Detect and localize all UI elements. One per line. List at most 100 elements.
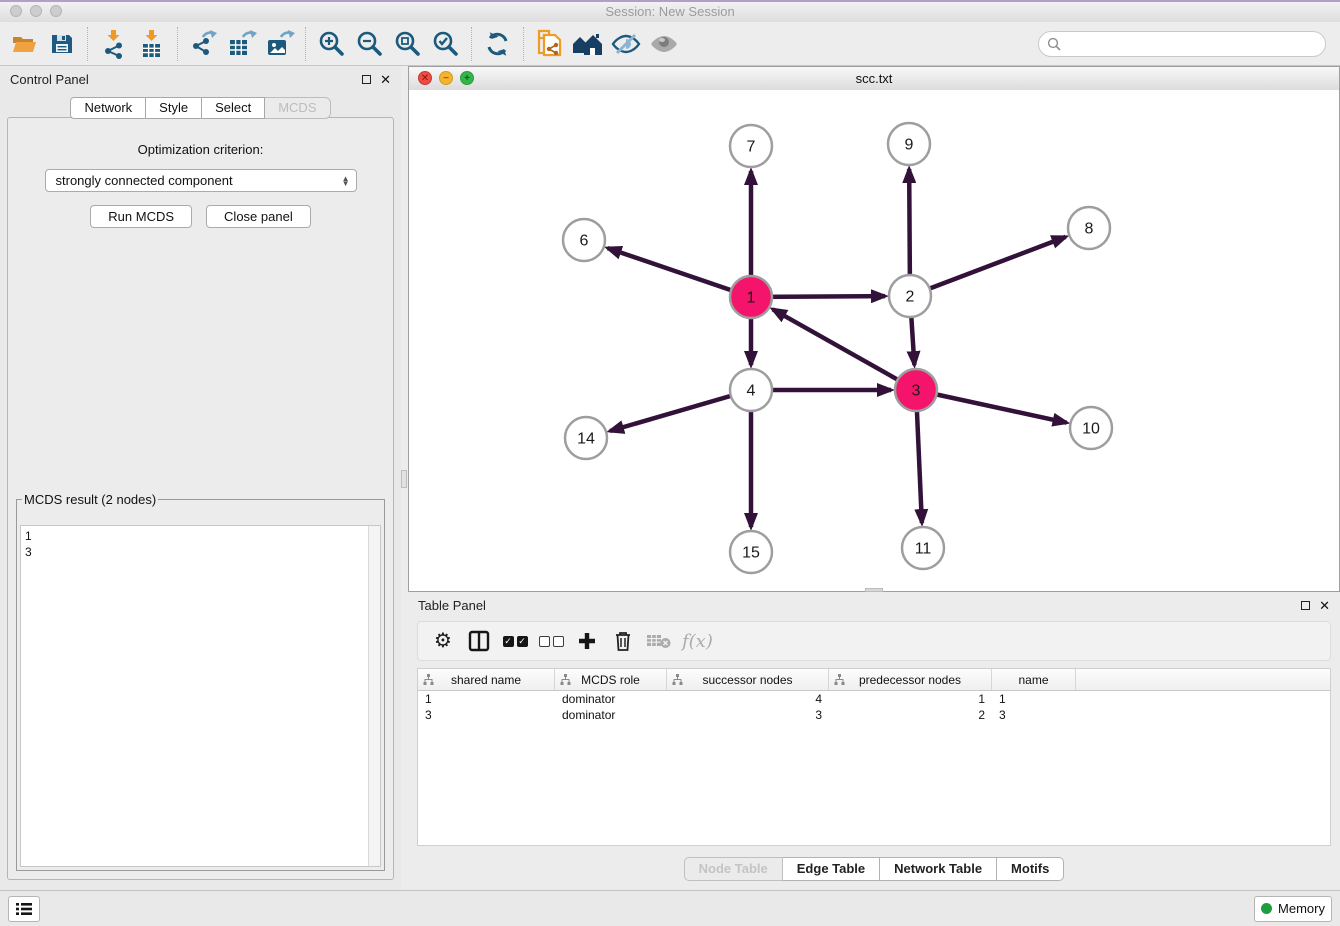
table-cell[interactable]: dominator — [555, 708, 667, 722]
table-cell[interactable]: 1 — [829, 692, 992, 706]
float-panel-icon[interactable] — [362, 75, 371, 84]
select-all-button[interactable]: ✓ ✓ — [502, 626, 528, 656]
column-type-icon — [834, 674, 845, 685]
search-input[interactable] — [1065, 35, 1317, 52]
zoom-out-icon — [356, 30, 384, 58]
home-button[interactable] — [570, 25, 606, 63]
criterion-value: strongly connected component — [56, 173, 233, 188]
save-session-button[interactable] — [44, 25, 80, 63]
zoom-selected-button[interactable] — [428, 25, 464, 63]
column-header-cell[interactable]: predecessor nodes — [829, 669, 992, 690]
control-panel-tabs: NetworkStyleSelectMCDS — [0, 97, 401, 119]
table-row[interactable]: 1dominator411 — [418, 691, 1330, 707]
zoom-fit-button[interactable] — [390, 25, 426, 63]
zoom-in-button[interactable] — [314, 25, 350, 63]
minimize-window-icon[interactable] — [30, 5, 42, 17]
table-cell[interactable]: dominator — [555, 692, 667, 706]
node-label-1: 1 — [747, 290, 756, 307]
table-cell[interactable]: 3 — [418, 708, 555, 722]
window-traffic-lights[interactable] — [10, 5, 62, 17]
import-table-button[interactable] — [134, 25, 170, 63]
close-panel-button[interactable]: Close panel — [206, 205, 311, 228]
export-network-button[interactable] — [186, 25, 222, 63]
close-window-icon[interactable] — [10, 5, 22, 17]
node-label-14: 14 — [577, 431, 595, 448]
edge-2-8[interactable] — [910, 237, 1066, 296]
ndex-document-icon — [535, 28, 565, 60]
tab-node-table[interactable]: Node Table — [684, 857, 783, 881]
delete-table-button[interactable] — [646, 626, 672, 656]
tab-edge-table[interactable]: Edge Table — [783, 857, 880, 881]
table-cell[interactable]: 3 — [667, 708, 829, 722]
criterion-select[interactable]: strongly connected component ▲▼ — [45, 169, 357, 192]
hide-eye-button[interactable] — [608, 25, 644, 63]
table-cell[interactable]: 1 — [418, 692, 555, 706]
tab-network-table[interactable]: Network Table — [880, 857, 997, 881]
float-table-panel-icon[interactable] — [1301, 601, 1310, 610]
table-cell[interactable]: 4 — [667, 692, 829, 706]
network-maximize-icon[interactable]: + — [460, 71, 474, 85]
refresh-view-button[interactable] — [480, 25, 516, 63]
network-minimize-icon[interactable]: − — [439, 71, 453, 85]
table-cell[interactable]: 3 — [992, 708, 1076, 722]
task-history-button[interactable] — [8, 896, 40, 922]
table-options-button[interactable]: ⚙ — [430, 626, 456, 656]
network-graph[interactable]: 7968124314101511 — [409, 90, 1339, 591]
show-eye-button[interactable] — [646, 25, 682, 63]
import-network-button[interactable] — [96, 25, 132, 63]
network-window-titlebar[interactable]: ✕ − + scc.txt — [409, 67, 1339, 91]
table-toolbar: ⚙ ✓ ✓ — [417, 621, 1331, 661]
zoom-out-button[interactable] — [352, 25, 388, 63]
close-panel-icon[interactable]: ✕ — [380, 73, 391, 86]
tab-select[interactable]: Select — [202, 97, 265, 119]
ndex-document-button[interactable] — [532, 25, 568, 63]
table-row[interactable]: 3dominator323 — [418, 707, 1330, 723]
export-table-button[interactable] — [224, 25, 260, 63]
column-type-icon — [672, 674, 683, 685]
edge-3-10[interactable] — [916, 390, 1067, 423]
memory-button[interactable]: Memory — [1254, 896, 1332, 922]
add-column-button[interactable] — [574, 626, 600, 656]
edge-3-1[interactable] — [773, 309, 916, 390]
unchecked-box-icon — [553, 636, 564, 647]
result-scrollbar[interactable] — [368, 526, 380, 866]
close-table-panel-icon[interactable]: ✕ — [1319, 599, 1330, 612]
node-table: shared nameMCDS rolesuccessor nodesprede… — [417, 668, 1331, 846]
mcds-result-group: MCDS result (2 nodes) 13 — [16, 492, 385, 871]
plus-icon — [577, 631, 597, 651]
trash-icon — [613, 630, 633, 652]
toolbar-separator — [87, 27, 89, 61]
splitter-handle[interactable] — [401, 470, 407, 488]
table-cell[interactable]: 2 — [829, 708, 992, 722]
control-panel-title: Control Panel — [10, 72, 89, 87]
tab-style[interactable]: Style — [146, 97, 202, 119]
mcds-result-title: MCDS result (2 nodes) — [22, 492, 158, 507]
column-header-cell[interactable]: name — [992, 669, 1076, 690]
mcds-result-list[interactable]: 13 — [20, 525, 381, 867]
column-header-cell[interactable]: successor nodes — [667, 669, 829, 690]
network-close-icon[interactable]: ✕ — [418, 71, 432, 85]
delete-column-button[interactable] — [610, 626, 636, 656]
node-label-3: 3 — [912, 383, 921, 400]
node-label-7: 7 — [747, 139, 756, 156]
search-box — [1038, 31, 1326, 57]
show-columns-button[interactable] — [466, 626, 492, 656]
status-bar: Memory — [0, 890, 1340, 926]
open-file-button[interactable] — [6, 25, 42, 63]
run-mcds-button[interactable]: Run MCDS — [90, 205, 192, 228]
columns-icon — [468, 630, 490, 652]
tab-motifs[interactable]: Motifs — [997, 857, 1064, 881]
export-image-button[interactable] — [262, 25, 298, 63]
deselect-all-button[interactable] — [538, 626, 564, 656]
column-header-cell[interactable]: MCDS role — [555, 669, 667, 690]
open-folder-icon — [10, 30, 38, 58]
table-cell[interactable]: 1 — [992, 692, 1076, 706]
maximize-window-icon[interactable] — [50, 5, 62, 17]
edge-1-6[interactable] — [608, 248, 751, 297]
function-builder-button[interactable]: f(x) — [682, 626, 713, 656]
tab-network[interactable]: Network — [70, 97, 146, 119]
control-panel: Control Panel ✕ NetworkStyleSelectMCDS O… — [0, 66, 401, 890]
column-header-cell[interactable]: shared name — [418, 669, 555, 690]
tab-mcds[interactable]: MCDS — [265, 97, 330, 119]
network-canvas[interactable]: 7968124314101511 — [409, 90, 1339, 591]
